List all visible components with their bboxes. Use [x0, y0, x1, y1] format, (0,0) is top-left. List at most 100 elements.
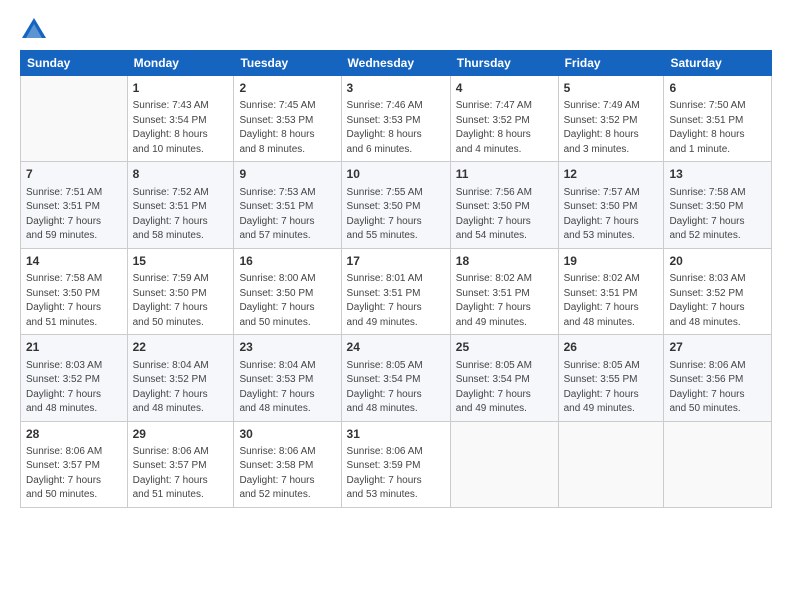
day-number: 27 — [669, 339, 766, 356]
calendar-cell — [450, 421, 558, 507]
day-number: 10 — [347, 166, 445, 183]
calendar-cell — [558, 421, 664, 507]
calendar-cell: 29 Sunrise: 8:06 AM Sunset: 3:57 PM Dayli… — [127, 421, 234, 507]
day-number: 2 — [239, 80, 335, 97]
day-number: 29 — [133, 426, 229, 443]
day-number: 11 — [456, 166, 553, 183]
calendar-header-wednesday: Wednesday — [341, 51, 450, 76]
day-number: 22 — [133, 339, 229, 356]
day-info: Sunrise: 8:04 AM Sunset: 3:52 PM Dayligh… — [133, 359, 229, 417]
day-number: 7 — [26, 166, 122, 183]
calendar-cell: 14Sunrise: 7:58 AM Sunset: 3:50 PM Dayli… — [21, 248, 128, 334]
page: SundayMondayTuesdayWednesdayThursdayFrid… — [0, 0, 792, 612]
calendar-cell: 6 Sunrise: 7:50 AM Sunset: 3:51 PM Daylig… — [664, 76, 772, 162]
day-info: Sunrise: 7:49 AM Sunset: 3:52 PM Dayligh… — [564, 99, 659, 157]
calendar-cell: 30 Sunrise: 8:06 AM Sunset: 3:58 PM Dayli… — [234, 421, 341, 507]
calendar-week-row: 21 Sunrise: 8:03 AM Sunset: 3:52 PM Dayli… — [21, 335, 772, 421]
day-number: 25 — [456, 339, 553, 356]
day-info: Sunrise: 8:06 AM Sunset: 3:56 PM Dayligh… — [669, 359, 766, 417]
day-info: Sunrise: 7:59 AM Sunset: 3:50 PM Dayligh… — [133, 272, 229, 330]
day-info: Sunrise: 8:05 AM Sunset: 3:55 PM Dayligh… — [564, 359, 659, 417]
day-info: Sunrise: 7:57 AM Sunset: 3:50 PM Dayligh… — [564, 186, 659, 244]
day-number: 5 — [564, 80, 659, 97]
header — [20, 16, 772, 44]
day-number: 9 — [239, 166, 335, 183]
day-info: Sunrise: 7:47 AM Sunset: 3:52 PM Dayligh… — [456, 99, 553, 157]
calendar-header-tuesday: Tuesday — [234, 51, 341, 76]
day-number: 17 — [347, 253, 445, 270]
calendar-header-friday: Friday — [558, 51, 664, 76]
day-number: 14 — [26, 253, 122, 270]
day-info: Sunrise: 8:03 AM Sunset: 3:52 PM Dayligh… — [26, 359, 122, 417]
calendar-cell: 12 Sunrise: 7:57 AM Sunset: 3:50 PM Dayli… — [558, 162, 664, 248]
day-number: 6 — [669, 80, 766, 97]
calendar-cell: 18 Sunrise: 8:02 AM Sunset: 3:51 PM Dayli… — [450, 248, 558, 334]
calendar-cell: 28 Sunrise: 8:06 AM Sunset: 3:57 PM Dayli… — [21, 421, 128, 507]
calendar-cell: 16 Sunrise: 8:00 AM Sunset: 3:50 PM Dayli… — [234, 248, 341, 334]
calendar-cell: 31 Sunrise: 8:06 AM Sunset: 3:59 PM Dayli… — [341, 421, 450, 507]
calendar-header-monday: Monday — [127, 51, 234, 76]
day-number: 16 — [239, 253, 335, 270]
calendar-cell: 17Sunrise: 8:01 AM Sunset: 3:51 PM Dayli… — [341, 248, 450, 334]
day-number: 1 — [133, 80, 229, 97]
calendar-cell: 21 Sunrise: 8:03 AM Sunset: 3:52 PM Dayli… — [21, 335, 128, 421]
day-number: 12 — [564, 166, 659, 183]
day-info: Sunrise: 8:06 AM Sunset: 3:57 PM Dayligh… — [26, 445, 122, 503]
calendar-cell: 19 Sunrise: 8:02 AM Sunset: 3:51 PM Dayli… — [558, 248, 664, 334]
calendar-cell: 2 Sunrise: 7:45 AM Sunset: 3:53 PM Daylig… — [234, 76, 341, 162]
day-info: Sunrise: 8:06 AM Sunset: 3:59 PM Dayligh… — [347, 445, 445, 503]
day-info: Sunrise: 8:05 AM Sunset: 3:54 PM Dayligh… — [347, 359, 445, 417]
calendar-cell — [664, 421, 772, 507]
calendar-header-sunday: Sunday — [21, 51, 128, 76]
day-info: Sunrise: 7:45 AM Sunset: 3:53 PM Dayligh… — [239, 99, 335, 157]
day-info: Sunrise: 7:53 AM Sunset: 3:51 PM Dayligh… — [239, 186, 335, 244]
day-number: 4 — [456, 80, 553, 97]
calendar-table: SundayMondayTuesdayWednesdayThursdayFrid… — [20, 50, 772, 508]
logo-icon — [20, 16, 48, 44]
day-number: 19 — [564, 253, 659, 270]
calendar-cell: 27 Sunrise: 8:06 AM Sunset: 3:56 PM Dayli… — [664, 335, 772, 421]
day-number: 24 — [347, 339, 445, 356]
calendar-cell: 15 Sunrise: 7:59 AM Sunset: 3:50 PM Dayli… — [127, 248, 234, 334]
day-info: Sunrise: 7:55 AM Sunset: 3:50 PM Dayligh… — [347, 186, 445, 244]
calendar-cell: 26 Sunrise: 8:05 AM Sunset: 3:55 PM Dayli… — [558, 335, 664, 421]
day-number: 21 — [26, 339, 122, 356]
calendar-cell: 23 Sunrise: 8:04 AM Sunset: 3:53 PM Dayli… — [234, 335, 341, 421]
calendar-week-row: 28 Sunrise: 8:06 AM Sunset: 3:57 PM Dayli… — [21, 421, 772, 507]
day-number: 30 — [239, 426, 335, 443]
day-info: Sunrise: 8:06 AM Sunset: 3:57 PM Dayligh… — [133, 445, 229, 503]
day-info: Sunrise: 7:51 AM Sunset: 3:51 PM Dayligh… — [26, 186, 122, 244]
day-info: Sunrise: 7:43 AM Sunset: 3:54 PM Dayligh… — [133, 99, 229, 157]
day-info: Sunrise: 7:56 AM Sunset: 3:50 PM Dayligh… — [456, 186, 553, 244]
day-number: 15 — [133, 253, 229, 270]
day-info: Sunrise: 8:00 AM Sunset: 3:50 PM Dayligh… — [239, 272, 335, 330]
day-number: 3 — [347, 80, 445, 97]
day-info: Sunrise: 7:50 AM Sunset: 3:51 PM Dayligh… — [669, 99, 766, 157]
day-info: Sunrise: 8:03 AM Sunset: 3:52 PM Dayligh… — [669, 272, 766, 330]
logo — [20, 16, 52, 44]
calendar-cell: 22 Sunrise: 8:04 AM Sunset: 3:52 PM Dayli… — [127, 335, 234, 421]
calendar-header-row: SundayMondayTuesdayWednesdayThursdayFrid… — [21, 51, 772, 76]
day-info: Sunrise: 8:04 AM Sunset: 3:53 PM Dayligh… — [239, 359, 335, 417]
calendar-cell: 1 Sunrise: 7:43 AM Sunset: 3:54 PM Daylig… — [127, 76, 234, 162]
day-number: 31 — [347, 426, 445, 443]
day-info: Sunrise: 8:06 AM Sunset: 3:58 PM Dayligh… — [239, 445, 335, 503]
calendar-header-saturday: Saturday — [664, 51, 772, 76]
calendar-cell: 20 Sunrise: 8:03 AM Sunset: 3:52 PM Dayli… — [664, 248, 772, 334]
day-number: 28 — [26, 426, 122, 443]
day-number: 26 — [564, 339, 659, 356]
calendar-week-row: 7 Sunrise: 7:51 AM Sunset: 3:51 PM Daylig… — [21, 162, 772, 248]
day-info: Sunrise: 8:02 AM Sunset: 3:51 PM Dayligh… — [564, 272, 659, 330]
calendar-cell: 3Sunrise: 7:46 AM Sunset: 3:53 PM Daylig… — [341, 76, 450, 162]
calendar-cell: 13Sunrise: 7:58 AM Sunset: 3:50 PM Dayli… — [664, 162, 772, 248]
day-number: 20 — [669, 253, 766, 270]
calendar-week-row: 1 Sunrise: 7:43 AM Sunset: 3:54 PM Daylig… — [21, 76, 772, 162]
calendar-header-thursday: Thursday — [450, 51, 558, 76]
calendar-week-row: 14Sunrise: 7:58 AM Sunset: 3:50 PM Dayli… — [21, 248, 772, 334]
calendar-cell: 25 Sunrise: 8:05 AM Sunset: 3:54 PM Dayli… — [450, 335, 558, 421]
day-number: 23 — [239, 339, 335, 356]
calendar-cell: 5 Sunrise: 7:49 AM Sunset: 3:52 PM Daylig… — [558, 76, 664, 162]
day-number: 18 — [456, 253, 553, 270]
day-info: Sunrise: 8:02 AM Sunset: 3:51 PM Dayligh… — [456, 272, 553, 330]
day-info: Sunrise: 8:05 AM Sunset: 3:54 PM Dayligh… — [456, 359, 553, 417]
